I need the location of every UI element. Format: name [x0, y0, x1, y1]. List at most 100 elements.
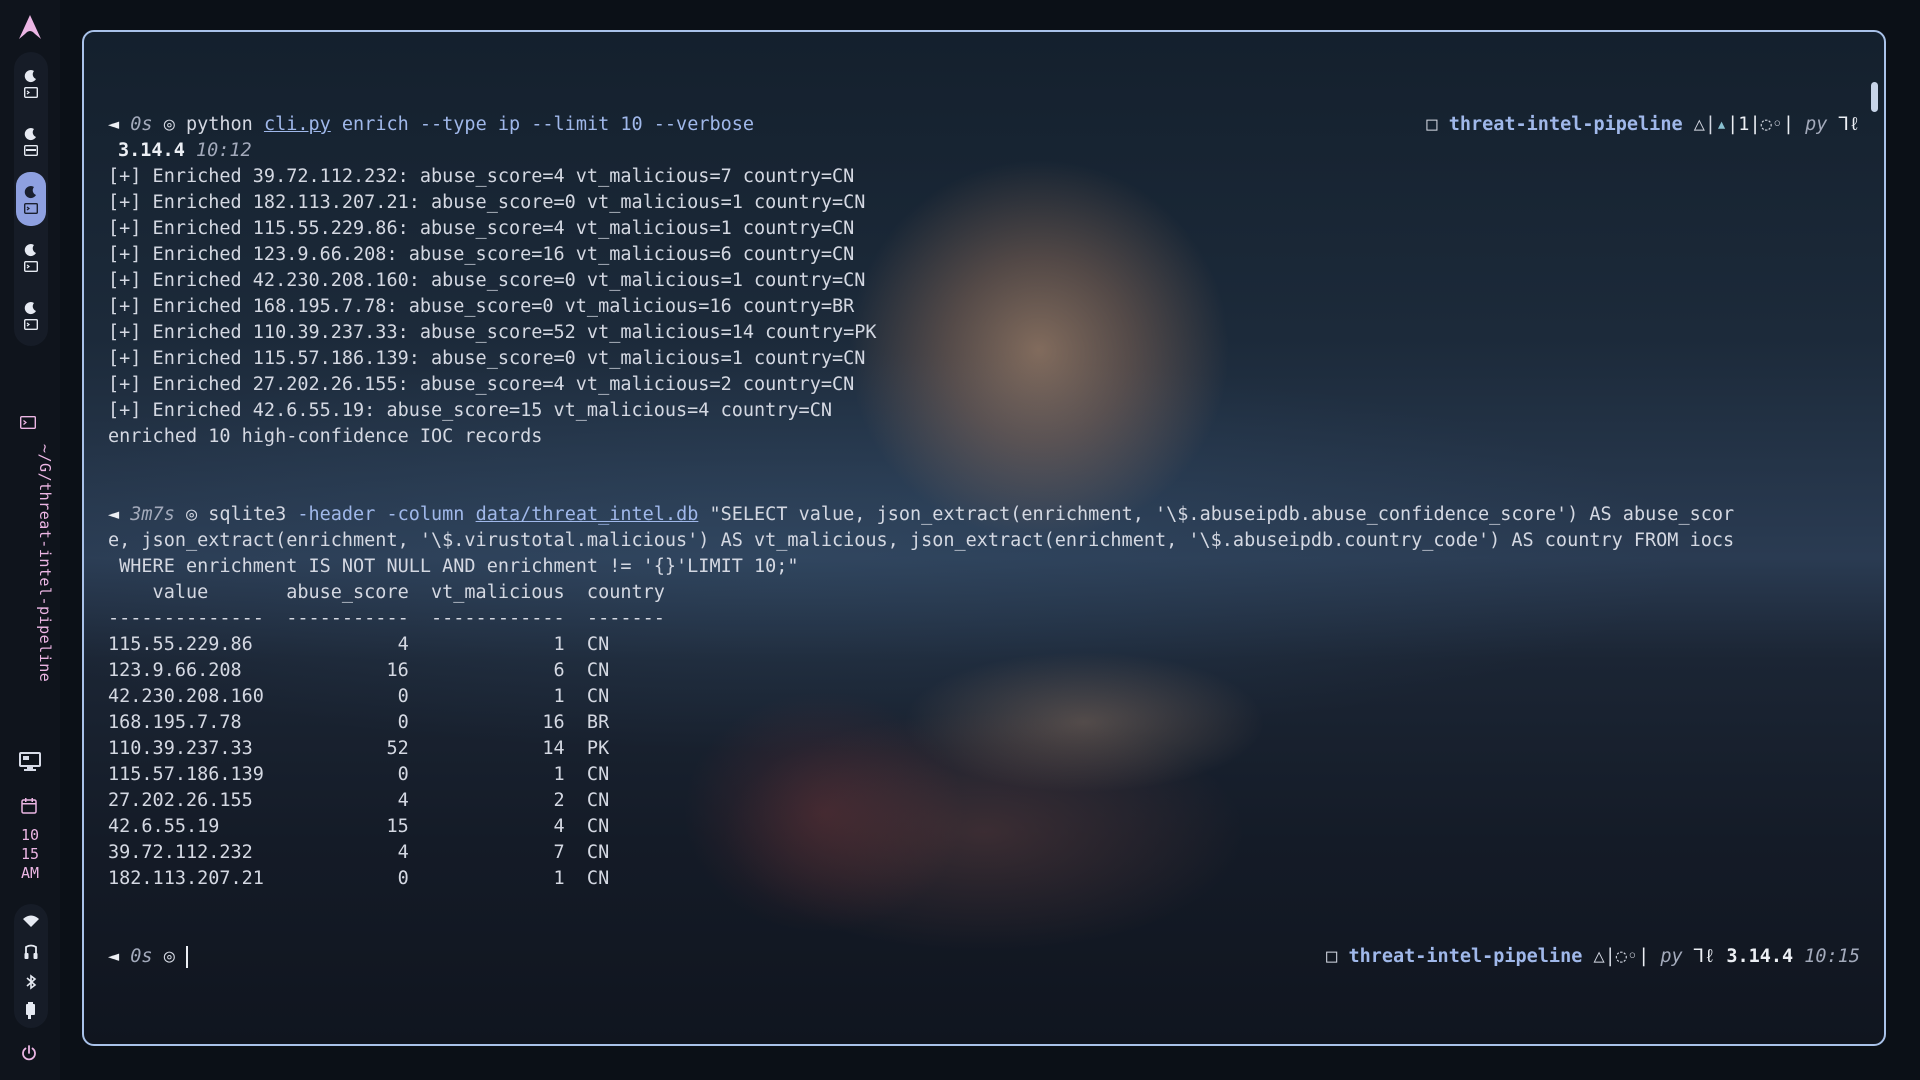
power-icon[interactable]: [21, 1045, 37, 1061]
table-row: 39.72.112.232 4 7 CN: [108, 842, 610, 863]
current-prompt-line: ◄ 0s ◎: [108, 944, 188, 970]
output-line: [+] Enriched 115.55.229.86: abuse_score=…: [108, 218, 855, 239]
output-line: [+] Enriched 39.72.112.232: abuse_score=…: [108, 166, 855, 187]
text-cursor[interactable]: [185, 946, 188, 968]
table-row: 182.113.207.21 0 1 CN: [108, 868, 610, 889]
cmd-duration: 0s: [130, 946, 153, 967]
output-line: enriched 10 high-confidence IOC records: [108, 426, 543, 447]
current-path-label: ~/G/threat-intel-pipeline: [36, 444, 54, 683]
output-line: [+] Enriched 168.195.7.78: abuse_score=0…: [108, 296, 855, 317]
table-row: 27.202.26.155 4 2 CN: [108, 790, 610, 811]
prompt-ring: ◎: [163, 946, 175, 967]
prompt-arrow: ◄: [108, 946, 120, 967]
prompt-ring: ◎: [185, 504, 198, 525]
moon-icon: [24, 127, 36, 140]
git-count: |1|: [1727, 114, 1761, 135]
left-bar: ~/G/threat-intel-pipeline 10 15 AM: [0, 0, 60, 1080]
sql-query: "SELECT value, json_extract(enrichment, …: [698, 504, 1735, 525]
terminal-icon: [24, 86, 38, 98]
table-row: 42.230.208.160 0 1 CN: [108, 686, 610, 707]
workspace-switcher: [14, 52, 48, 346]
prompt-arrow: ◄: [108, 114, 120, 135]
prompt-ring: ◎: [163, 114, 175, 135]
table-row: 115.57.186.139 0 1 CN: [108, 764, 610, 785]
sql-query-continued: e, json_extract(enrichment, '\$.virustot…: [108, 530, 1735, 551]
python-version: 3.14.4: [118, 140, 185, 161]
clock[interactable]: 10 15 AM: [0, 826, 60, 883]
prompt-right-segment: □ threat-intel-pipeline △|◌◦| py ⅂ℓ 3.14…: [1326, 944, 1860, 970]
table-header: value abuse_score vt_malicious country: [108, 582, 665, 603]
file-link[interactable]: cli.py: [264, 114, 331, 135]
moon-icon: [24, 69, 36, 82]
output-line: [+] Enriched 110.39.237.33: abuse_score=…: [108, 322, 877, 343]
battery-icon[interactable]: [25, 1002, 37, 1020]
wifi-icon[interactable]: [22, 914, 40, 928]
terminal-icon: [20, 416, 36, 429]
table-row: 42.6.55.19 15 4 CN: [108, 816, 610, 837]
python-version: 3.14.4: [1726, 946, 1794, 967]
command: python: [185, 114, 253, 135]
calendar-icon[interactable]: [21, 798, 37, 814]
git-status: △|: [1693, 114, 1717, 135]
moon-icon: [24, 243, 36, 256]
bluetooth-icon[interactable]: [25, 974, 37, 990]
terminal-icon: [24, 318, 38, 330]
dots-icon: ◌◦: [1760, 114, 1783, 135]
box-icon: □: [1326, 946, 1338, 967]
output-line: [+] Enriched 42.230.208.160: abuse_score…: [108, 270, 866, 291]
segment-sep: |: [1638, 946, 1650, 967]
terminal-icon: [24, 260, 38, 272]
terminal-icon: [24, 202, 38, 214]
command-flags: -header -column: [286, 504, 476, 525]
prompt-time: 10:12: [195, 140, 252, 161]
prompt-right-segment: □ threat-intel-pipeline △|▴|1|◌◦| py ⅂ℓ: [1426, 112, 1860, 138]
cmd-duration: 0s: [130, 114, 153, 135]
box-icon: □: [1426, 114, 1438, 135]
dots-icon: ◌◦: [1615, 946, 1639, 967]
prompt-line: ◄ 0s ◎ python cli.py enrich --type ip --…: [108, 112, 754, 138]
lang-label: py: [1660, 946, 1683, 967]
moon-icon: [24, 301, 36, 314]
sql-query-continued: WHERE enrichment IS NOT NULL AND enrichm…: [108, 556, 799, 577]
table-row: 168.195.7.78 0 16 BR: [108, 712, 610, 733]
workspace-3[interactable]: [16, 172, 46, 226]
prompt-line: ◄ 3m7s ◎ sqlite3 -header -column data/th…: [108, 502, 1734, 528]
lang-label: py: [1805, 114, 1828, 135]
terminal-buffer[interactable]: ◄ 0s ◎ python cli.py enrich --type ip --…: [108, 32, 1860, 968]
status-tray: [14, 904, 48, 1028]
git-status: △|: [1593, 946, 1616, 967]
table-row: 123.9.66.208 16 6 CN: [108, 660, 610, 681]
clock-hour: 10: [20, 826, 40, 844]
file-link[interactable]: data/threat_intel.db: [476, 504, 699, 525]
clock-minute: 15: [20, 845, 40, 863]
prompt-info-line: 3.14.4 10:12: [118, 138, 252, 164]
moon-icon: [24, 185, 36, 198]
audio-icon[interactable]: [24, 944, 38, 960]
arch-logo-icon[interactable]: [18, 14, 42, 40]
output-line: [+] Enriched 182.113.207.21: abuse_score…: [108, 192, 866, 213]
prompt-time: 10:15: [1804, 946, 1860, 967]
command-args: enrich --type ip --limit 10 --verbose: [330, 114, 755, 135]
prompt-arrow: ◄: [108, 504, 120, 525]
table-row: 115.55.229.86 4 1 CN: [108, 634, 610, 655]
table-rule: -------------- ----------- ------------ …: [108, 608, 665, 629]
workspace-5[interactable]: [16, 288, 46, 342]
workspace-4[interactable]: [16, 230, 46, 284]
clock-ampm: AM: [20, 864, 40, 882]
terminal-window[interactable]: ◄ 0s ◎ python cli.py enrich --type ip --…: [82, 30, 1886, 1046]
git-ahead-icon: ▴: [1716, 114, 1728, 135]
cmd-duration: 3m7s: [130, 504, 175, 525]
scrollbar-thumb[interactable]: [1871, 82, 1878, 112]
table-row: 110.39.237.33 52 14 PK: [108, 738, 610, 759]
repo-name: threat-intel-pipeline: [1448, 114, 1683, 135]
python-icon: ⅂ℓ: [1838, 114, 1860, 135]
workspace-1[interactable]: [16, 56, 46, 110]
output-line: [+] Enriched 115.57.186.139: abuse_score…: [108, 348, 866, 369]
output-line: [+] Enriched 42.6.55.19: abuse_score=15 …: [108, 400, 832, 421]
window-icon: [24, 144, 38, 156]
command: sqlite3: [208, 504, 287, 525]
output-line: [+] Enriched 27.202.26.155: abuse_score=…: [108, 374, 855, 395]
monitor-icon[interactable]: [19, 752, 41, 772]
workspace-2[interactable]: [16, 114, 46, 168]
segment-sep: |: [1782, 114, 1795, 135]
